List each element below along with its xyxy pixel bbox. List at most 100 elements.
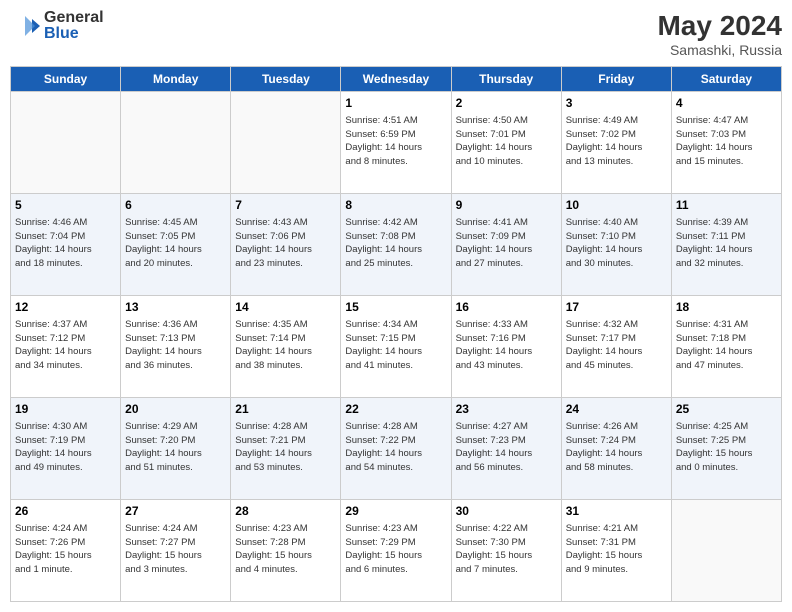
day-number: 5 (15, 197, 116, 214)
calendar-cell: 29Sunrise: 4:23 AM Sunset: 7:29 PM Dayli… (341, 500, 451, 602)
calendar-cell: 4Sunrise: 4:47 AM Sunset: 7:03 PM Daylig… (671, 92, 781, 194)
day-info: Sunrise: 4:34 AM Sunset: 7:15 PM Dayligh… (345, 318, 446, 373)
calendar-cell: 23 Sunrise: 4:27 AM Sunset: 7:23 PM Dayli… (451, 398, 561, 500)
day-number: 21 (235, 401, 336, 418)
day-info: Sunrise: 4:24 AM Sunset: 7:26 PM Dayligh… (15, 522, 116, 577)
calendar-week-0: 1 Sunrise: 4:51 AM Sunset: 6:59 PM Daylig… (11, 92, 782, 194)
day-info: Sunrise: 4:51 AM Sunset: 6:59 PM Dayligh… (345, 114, 446, 169)
day-info: Sunrise: 4:21 AM Sunset: 7:31 PM Dayligh… (566, 522, 667, 577)
day-number: 29 (345, 503, 446, 520)
day-info: Sunrise: 4:40 AM Sunset: 7:10 PM Dayligh… (566, 216, 667, 271)
day-number: 15 (345, 299, 446, 316)
calendar-cell: 3Sunrise: 4:49 AM Sunset: 7:02 PM Daylig… (561, 92, 671, 194)
logo-text: General Blue (44, 10, 104, 42)
calendar-cell: 13 Sunrise: 4:36 AM Sunset: 7:13 PM Dayli… (121, 296, 231, 398)
calendar-cell: 19 Sunrise: 4:30 AM Sunset: 7:19 PM Dayli… (11, 398, 121, 500)
day-info: Sunrise: 4:27 AM Sunset: 7:23 PM Dayligh… (456, 420, 557, 475)
logo-icon (10, 11, 40, 41)
day-header-friday: Friday (561, 67, 671, 92)
day-info: Sunrise: 4:47 AM Sunset: 7:03 PM Dayligh… (676, 114, 777, 169)
day-header-thursday: Thursday (451, 67, 561, 92)
calendar-cell: 27Sunrise: 4:24 AM Sunset: 7:27 PM Dayli… (121, 500, 231, 602)
day-header-tuesday: Tuesday (231, 67, 341, 92)
calendar-cell: 8 Sunrise: 4:42 AM Sunset: 7:08 PM Daylig… (341, 194, 451, 296)
day-info: Sunrise: 4:29 AM Sunset: 7:20 PM Dayligh… (125, 420, 226, 475)
day-header-monday: Monday (121, 67, 231, 92)
day-info: Sunrise: 4:22 AM Sunset: 7:30 PM Dayligh… (456, 522, 557, 577)
day-number: 10 (566, 197, 667, 214)
day-number: 2 (456, 95, 557, 112)
calendar-cell: 17 Sunrise: 4:32 AM Sunset: 7:17 PM Dayli… (561, 296, 671, 398)
day-info: Sunrise: 4:41 AM Sunset: 7:09 PM Dayligh… (456, 216, 557, 271)
day-number: 23 (456, 401, 557, 418)
day-info: Sunrise: 4:43 AM Sunset: 7:06 PM Dayligh… (235, 216, 336, 271)
day-info: Sunrise: 4:35 AM Sunset: 7:14 PM Dayligh… (235, 318, 336, 373)
day-number: 31 (566, 503, 667, 520)
calendar-cell: 24 Sunrise: 4:26 AM Sunset: 7:24 PM Dayli… (561, 398, 671, 500)
day-info: Sunrise: 4:31 AM Sunset: 7:18 PM Dayligh… (676, 318, 777, 373)
header: General Blue May 2024 Samashki, Russia (10, 10, 782, 58)
calendar-cell: 26Sunrise: 4:24 AM Sunset: 7:26 PM Dayli… (11, 500, 121, 602)
day-number: 14 (235, 299, 336, 316)
location: Samashki, Russia (657, 42, 782, 58)
calendar-cell: 15 Sunrise: 4:34 AM Sunset: 7:15 PM Dayli… (341, 296, 451, 398)
calendar-cell (121, 92, 231, 194)
day-number: 1 (345, 95, 446, 112)
calendar-cell: 1 Sunrise: 4:51 AM Sunset: 6:59 PM Daylig… (341, 92, 451, 194)
calendar-week-1: 5 Sunrise: 4:46 AM Sunset: 7:04 PM Daylig… (11, 194, 782, 296)
day-info: Sunrise: 4:46 AM Sunset: 7:04 PM Dayligh… (15, 216, 116, 271)
month-title: May 2024 (657, 10, 782, 42)
day-number: 13 (125, 299, 226, 316)
day-number: 12 (15, 299, 116, 316)
day-info: Sunrise: 4:23 AM Sunset: 7:28 PM Dayligh… (235, 522, 336, 577)
day-number: 7 (235, 197, 336, 214)
calendar-cell: 10 Sunrise: 4:40 AM Sunset: 7:10 PM Dayli… (561, 194, 671, 296)
day-number: 24 (566, 401, 667, 418)
day-number: 9 (456, 197, 557, 214)
calendar-week-4: 26Sunrise: 4:24 AM Sunset: 7:26 PM Dayli… (11, 500, 782, 602)
day-number: 28 (235, 503, 336, 520)
day-info: Sunrise: 4:26 AM Sunset: 7:24 PM Dayligh… (566, 420, 667, 475)
calendar-cell: 14 Sunrise: 4:35 AM Sunset: 7:14 PM Dayli… (231, 296, 341, 398)
calendar-week-2: 12Sunrise: 4:37 AM Sunset: 7:12 PM Dayli… (11, 296, 782, 398)
page-container: General Blue May 2024 Samashki, Russia S… (0, 0, 792, 612)
calendar-cell (11, 92, 121, 194)
day-number: 30 (456, 503, 557, 520)
calendar-cell: 5 Sunrise: 4:46 AM Sunset: 7:04 PM Daylig… (11, 194, 121, 296)
calendar-cell: 7 Sunrise: 4:43 AM Sunset: 7:06 PM Daylig… (231, 194, 341, 296)
day-number: 6 (125, 197, 226, 214)
calendar-cell: 30 Sunrise: 4:22 AM Sunset: 7:30 PM Dayli… (451, 500, 561, 602)
calendar-cell: 21Sunrise: 4:28 AM Sunset: 7:21 PM Dayli… (231, 398, 341, 500)
day-info: Sunrise: 4:24 AM Sunset: 7:27 PM Dayligh… (125, 522, 226, 577)
calendar-cell: 11Sunrise: 4:39 AM Sunset: 7:11 PM Dayli… (671, 194, 781, 296)
day-info: Sunrise: 4:36 AM Sunset: 7:13 PM Dayligh… (125, 318, 226, 373)
logo: General Blue (10, 10, 104, 42)
day-info: Sunrise: 4:33 AM Sunset: 7:16 PM Dayligh… (456, 318, 557, 373)
day-info: Sunrise: 4:25 AM Sunset: 7:25 PM Dayligh… (676, 420, 777, 475)
day-number: 8 (345, 197, 446, 214)
day-info: Sunrise: 4:45 AM Sunset: 7:05 PM Dayligh… (125, 216, 226, 271)
day-number: 22 (345, 401, 446, 418)
calendar-cell: 12Sunrise: 4:37 AM Sunset: 7:12 PM Dayli… (11, 296, 121, 398)
logo-blue-text: Blue (44, 26, 104, 42)
calendar-cell (231, 92, 341, 194)
day-info: Sunrise: 4:42 AM Sunset: 7:08 PM Dayligh… (345, 216, 446, 271)
calendar-cell: 22Sunrise: 4:28 AM Sunset: 7:22 PM Dayli… (341, 398, 451, 500)
calendar-table: SundayMondayTuesdayWednesdayThursdayFrid… (10, 66, 782, 602)
calendar-cell: 20 Sunrise: 4:29 AM Sunset: 7:20 PM Dayli… (121, 398, 231, 500)
calendar-cell (671, 500, 781, 602)
day-header-sunday: Sunday (11, 67, 121, 92)
logo-general-text: General (44, 10, 104, 26)
day-header-wednesday: Wednesday (341, 67, 451, 92)
day-header-saturday: Saturday (671, 67, 781, 92)
day-number: 17 (566, 299, 667, 316)
day-info: Sunrise: 4:32 AM Sunset: 7:17 PM Dayligh… (566, 318, 667, 373)
calendar-cell: 16 Sunrise: 4:33 AM Sunset: 7:16 PM Dayli… (451, 296, 561, 398)
day-info: Sunrise: 4:30 AM Sunset: 7:19 PM Dayligh… (15, 420, 116, 475)
day-number: 19 (15, 401, 116, 418)
day-number: 16 (456, 299, 557, 316)
day-number: 18 (676, 299, 777, 316)
title-block: May 2024 Samashki, Russia (657, 10, 782, 58)
day-number: 20 (125, 401, 226, 418)
day-info: Sunrise: 4:39 AM Sunset: 7:11 PM Dayligh… (676, 216, 777, 271)
